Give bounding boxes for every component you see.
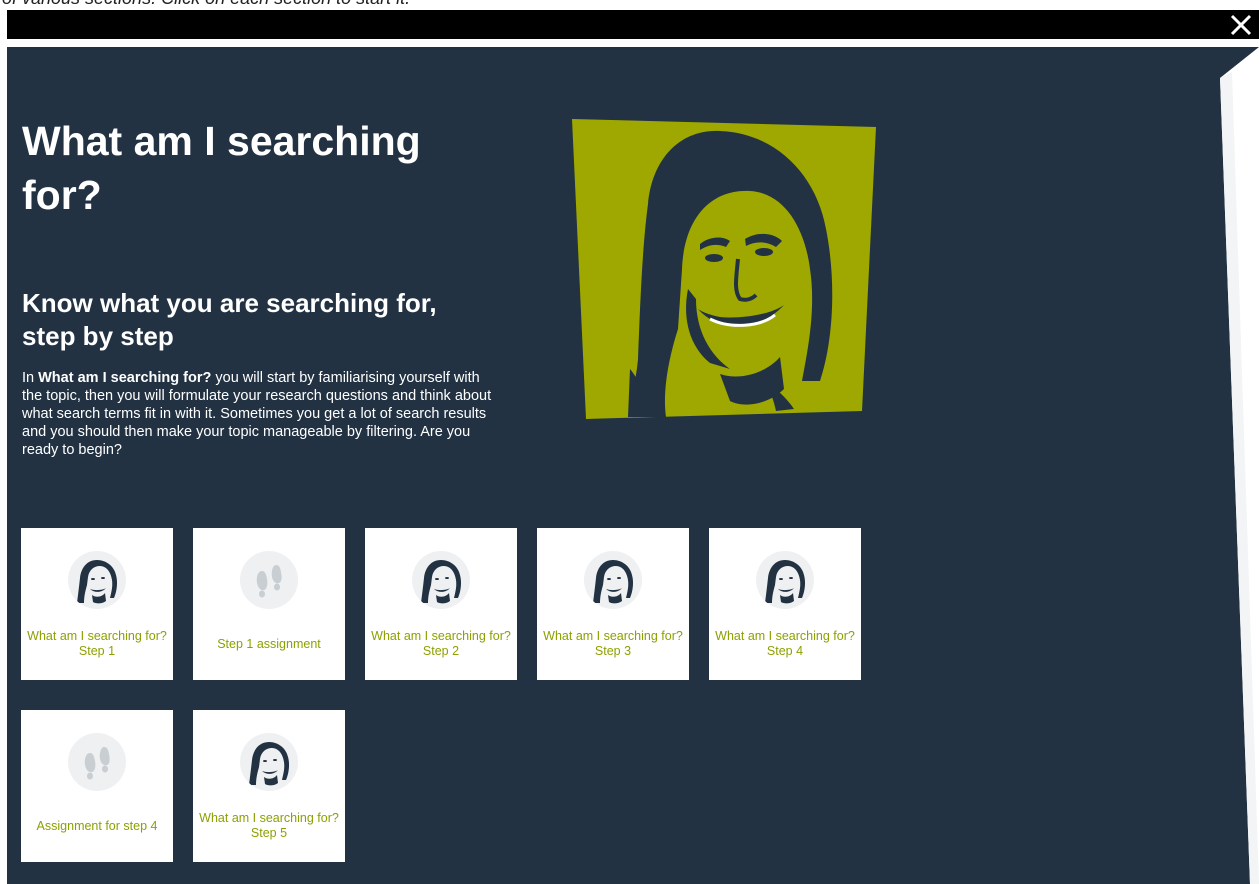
face-icon (240, 733, 298, 791)
footprints-icon (68, 733, 126, 791)
section-card-label: What am I searching for? Step 4 (715, 629, 855, 658)
page-title: What am I searching for? (22, 118, 421, 218)
instruction-text: of various sections. Click on each secti… (0, 0, 1259, 10)
intro-prefix: In (22, 370, 39, 386)
page-subtitle: Know what you are searching for, step by… (22, 288, 437, 351)
face-icon (412, 551, 470, 609)
section-card-2[interactable]: Step 1 assignment (193, 528, 345, 680)
section-card-label: Assignment for step 4 (36, 818, 158, 833)
hero-portrait-image (572, 119, 876, 419)
footprints-icon (240, 551, 298, 609)
section-card-label: What am I searching for? Step 3 (543, 629, 683, 658)
section-card-label: Step 1 assignment (217, 636, 321, 651)
top-bar (7, 10, 1259, 39)
face-icon (68, 551, 126, 609)
section-card-label: What am I searching for? Step 5 (199, 811, 339, 840)
section-card-4[interactable]: What am I searching for? Step 3 (537, 528, 689, 680)
close-icon[interactable] (1227, 11, 1255, 39)
section-card-7[interactable]: What am I searching for? Step 5 (193, 710, 345, 862)
section-card-1[interactable]: What am I searching for? Step 1 (21, 528, 173, 680)
section-card-3[interactable]: What am I searching for? Step 2 (365, 528, 517, 680)
section-card-6[interactable]: Assignment for step 4 (21, 710, 173, 862)
intro-paragraph: In What am I searching for? you will sta… (22, 369, 492, 459)
face-icon (584, 551, 642, 609)
section-card-label: What am I searching for? Step 1 (27, 629, 167, 658)
face-icon (756, 551, 814, 609)
section-card-5[interactable]: What am I searching for? Step 4 (709, 528, 861, 680)
section-card-label: What am I searching for? Step 2 (371, 629, 511, 658)
intro-bold: What am I searching for? (38, 370, 212, 386)
